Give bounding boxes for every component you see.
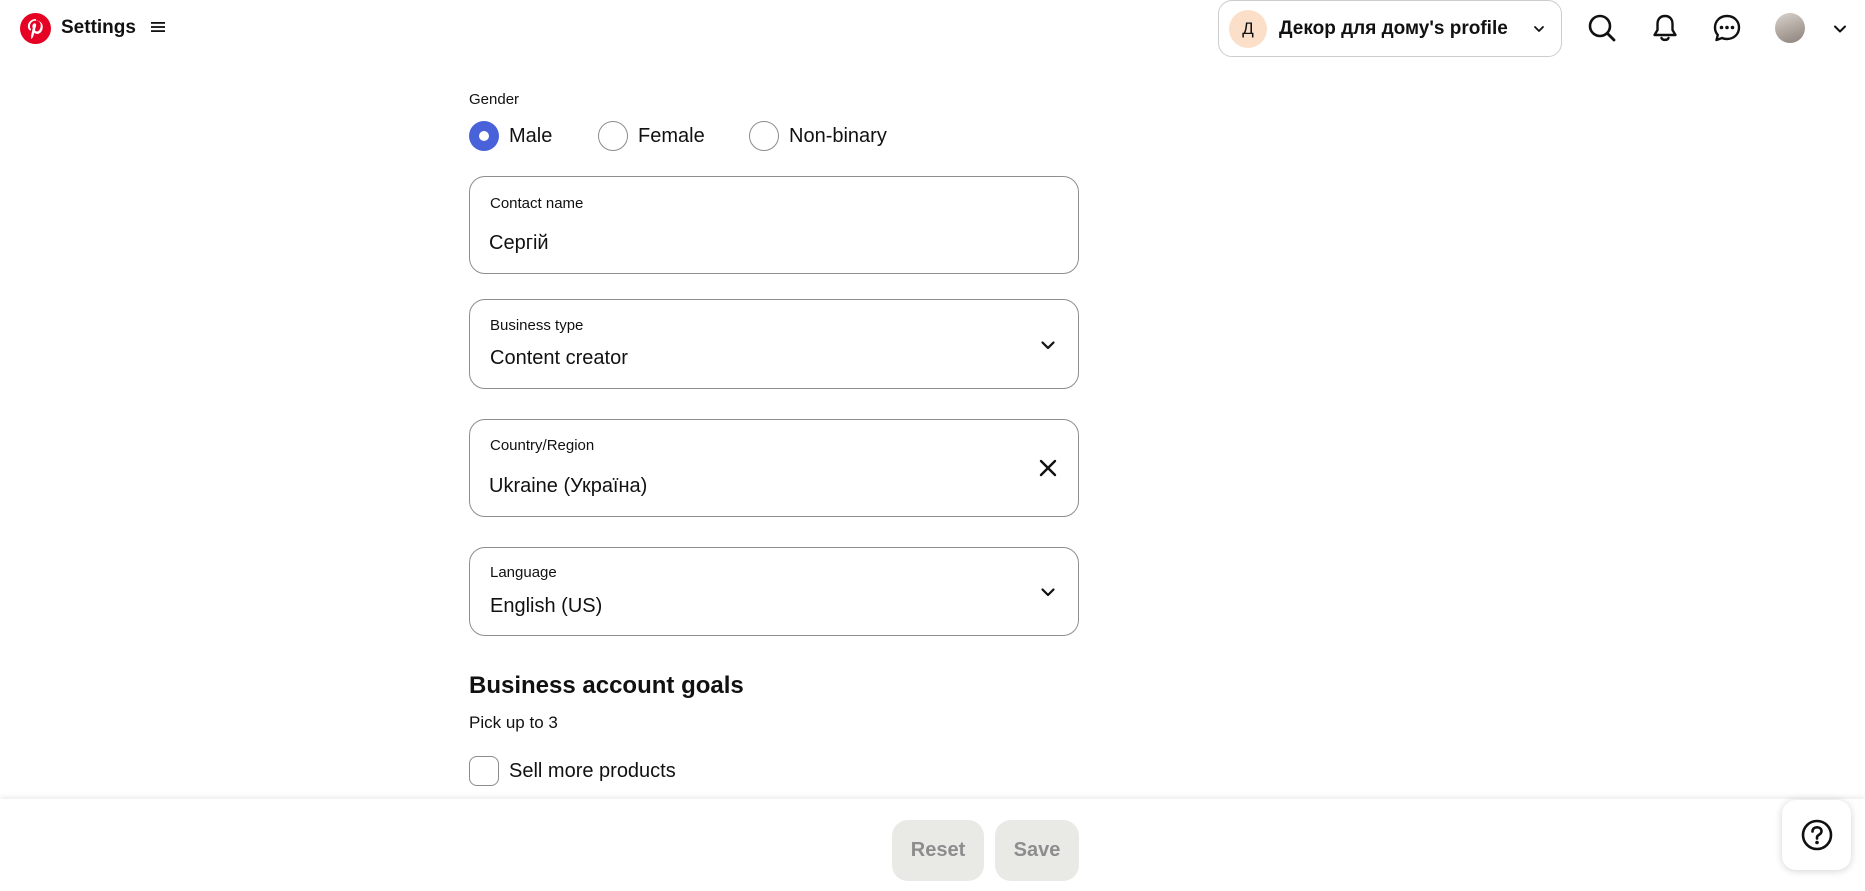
gender-radio-female[interactable] xyxy=(598,121,628,151)
language-value: English (US) xyxy=(490,595,603,617)
close-icon[interactable] xyxy=(1038,458,1058,478)
page-title: Settings xyxy=(61,17,136,38)
gender-option-male[interactable]: Male xyxy=(509,123,552,149)
gender-option-female[interactable]: Female xyxy=(638,123,705,149)
chevron-down-icon xyxy=(1534,26,1544,32)
business-type-value: Content creator xyxy=(490,347,628,369)
goal-checkbox-sell-more-products[interactable] xyxy=(469,756,499,786)
chevron-down-icon xyxy=(1041,588,1055,597)
hamburger-icon[interactable] xyxy=(151,20,165,34)
language-select[interactable]: Language English (US) xyxy=(469,547,1079,636)
reset-button[interactable]: Reset xyxy=(892,820,984,881)
chevron-down-icon[interactable] xyxy=(1833,22,1847,36)
user-avatar[interactable] xyxy=(1775,13,1805,43)
bell-icon[interactable] xyxy=(1650,13,1680,43)
country-region-label: Country/Region xyxy=(490,437,595,454)
country-region-field[interactable]: Country/Region Ukraine (Україна) xyxy=(469,419,1079,517)
language-label: Language xyxy=(490,564,557,581)
contact-name-value[interactable]: Сергій xyxy=(489,230,549,256)
chevron-down-icon xyxy=(1041,341,1055,350)
business-type-label: Business type xyxy=(490,317,584,334)
profile-switcher-button[interactable]: Д Декор для дому's profile xyxy=(1218,0,1562,57)
gender-radio-male[interactable] xyxy=(469,121,499,151)
save-button[interactable]: Save xyxy=(995,820,1079,881)
profile-avatar: Д xyxy=(1229,10,1267,48)
goals-subtitle: Pick up to 3 xyxy=(469,713,558,732)
search-icon[interactable] xyxy=(1587,13,1617,43)
pinterest-logo[interactable] xyxy=(20,13,51,44)
gender-radio-non-binary[interactable] xyxy=(749,121,779,151)
business-type-select[interactable]: Business type Content creator xyxy=(469,299,1079,389)
help-button[interactable] xyxy=(1782,800,1851,870)
gender-option-non-binary[interactable]: Non-binary xyxy=(789,123,887,149)
contact-name-field[interactable]: Contact name Сергій xyxy=(469,176,1079,274)
goal-label-sell-more-products[interactable]: Sell more products xyxy=(509,758,676,784)
help-icon xyxy=(1801,819,1833,851)
profile-name: Декор для дому's profile xyxy=(1279,18,1508,39)
gender-label: Gender xyxy=(469,91,520,108)
chat-icon[interactable] xyxy=(1712,13,1742,43)
country-region-value[interactable]: Ukraine (Україна) xyxy=(489,473,647,499)
contact-name-label: Contact name xyxy=(490,195,584,212)
goals-heading: Business account goals xyxy=(469,672,744,699)
